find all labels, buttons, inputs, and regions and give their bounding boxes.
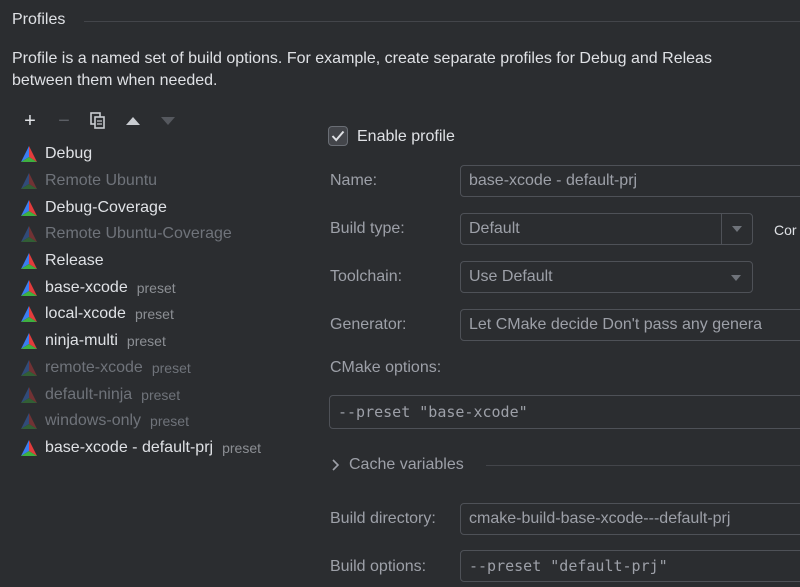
chevron-down-icon (731, 275, 741, 281)
toolchain-label: Toolchain: (330, 268, 403, 285)
cmake-triangle-icon (21, 439, 37, 456)
cmake-triangle-icon (21, 146, 37, 163)
profile-name: base-xcode - default-prj (45, 438, 214, 456)
generator-value: Let CMake decide Don't pass any genera (469, 316, 763, 333)
build-directory-value: cmake-build-base-xcode---default-prj (469, 510, 731, 527)
cache-variables-toggle[interactable] (331, 458, 341, 476)
cmake-triangle-icon (21, 173, 37, 190)
profile-name: Debug (45, 145, 93, 163)
build-type-combobox[interactable]: Default (460, 213, 753, 245)
profile-name: Remote Ubuntu (45, 172, 158, 190)
profile-list-item[interactable]: Remote Ubuntu-Coverage (20, 221, 310, 248)
copy-icon (90, 112, 105, 129)
arrow-up-icon (126, 117, 140, 125)
profile-name: Remote Ubuntu-Coverage (45, 225, 232, 243)
build-options-field[interactable]: --preset "default-prj" (460, 550, 800, 582)
build-directory-label: Build directory: (330, 510, 436, 527)
profile-list-item[interactable]: Remote Ubuntu (20, 168, 310, 195)
remove-profile-button[interactable]: − (53, 110, 75, 132)
cmake-options-value: --preset "base-xcode" (338, 403, 528, 421)
cmake-options-field[interactable]: --preset "base-xcode" (329, 395, 800, 429)
profile-preset-tag: preset (134, 306, 174, 323)
build-directory-field[interactable]: cmake-build-base-xcode---default-prj (460, 503, 800, 535)
section-title: Profiles (12, 11, 66, 28)
move-up-button[interactable] (122, 110, 144, 132)
build-options-value: --preset "default-prj" (469, 557, 668, 575)
toolchain-value: Use Default (469, 268, 553, 285)
cmake-triangle-icon (21, 386, 37, 403)
cmake-triangle-icon (21, 226, 37, 243)
profile-name: default-ninja (45, 385, 133, 403)
cmake-triangle-icon (21, 359, 37, 376)
section-description-line1: Profile is a named set of build options.… (12, 50, 712, 67)
section-description-line2: between them when needed. (12, 72, 218, 89)
generator-select[interactable]: Let CMake decide Don't pass any genera (460, 309, 800, 341)
name-field-value: base-xcode - default-prj (469, 172, 638, 189)
build-options-label: Build options: (330, 558, 427, 575)
profile-name: ninja-multi (45, 332, 118, 350)
cache-variables-label[interactable]: Cache variables (349, 456, 464, 474)
copy-profile-button[interactable] (87, 110, 109, 132)
toolchain-select[interactable]: Use Default (460, 261, 753, 293)
cmake-triangle-icon (21, 413, 37, 430)
move-down-button[interactable] (157, 110, 179, 132)
profile-list-item[interactable]: Release (20, 248, 310, 275)
profile-list-item[interactable]: base-xcode preset (20, 274, 310, 301)
add-profile-button[interactable]: + (19, 110, 41, 132)
profile-name: windows-only (45, 412, 142, 430)
cmake-options-label: CMake options: (330, 359, 442, 376)
profile-list-item[interactable]: Debug (20, 141, 310, 168)
generator-label: Generator: (330, 316, 407, 333)
profile-preset-tag: preset (141, 386, 181, 403)
profile-preset-tag: preset (136, 279, 176, 296)
section-divider (84, 21, 800, 22)
profile-list: Debug Remote Ubuntu Debug-Coverage Remote U… (20, 141, 310, 461)
profile-name: local-xcode (45, 305, 126, 323)
cache-variables-divider (486, 465, 800, 466)
build-type-label: Build type: (330, 220, 405, 237)
profile-preset-tag: preset (150, 413, 189, 430)
profile-name: Debug-Coverage (45, 198, 167, 216)
arrow-down-icon (161, 117, 175, 125)
name-field[interactable]: base-xcode - default-prj (460, 165, 800, 197)
chevron-right-icon (332, 459, 340, 471)
profile-preset-tag: preset (222, 439, 262, 456)
cmake-triangle-icon (21, 253, 37, 270)
profile-list-item[interactable]: remote-xcode preset (20, 355, 310, 382)
chevron-down-icon (732, 226, 742, 232)
cmake-triangle-icon (21, 279, 37, 296)
profile-preset-tag: preset (126, 333, 166, 350)
profile-list-item[interactable]: local-xcode preset (20, 301, 310, 328)
name-label: Name: (330, 172, 378, 189)
cmake-triangle-icon (21, 333, 37, 350)
build-type-side-text: Cor (774, 222, 797, 238)
profile-name: remote-xcode (45, 358, 143, 376)
profile-name: Release (45, 252, 104, 270)
build-type-dropdown-button[interactable] (721, 214, 752, 244)
cmake-triangle-icon (21, 199, 37, 216)
enable-profile-label[interactable]: Enable profile (357, 128, 455, 146)
profile-list-item[interactable]: base-xcode - default-prj preset (20, 435, 310, 462)
profile-preset-tag: preset (151, 359, 191, 376)
profile-name: base-xcode (45, 278, 128, 296)
cmake-triangle-icon (21, 306, 37, 323)
profile-list-item[interactable]: ninja-multi preset (20, 328, 310, 355)
checkmark-icon (331, 130, 345, 142)
profile-list-item[interactable]: Debug-Coverage (20, 194, 310, 221)
build-type-value: Default (469, 220, 520, 237)
profile-list-item[interactable]: windows-only preset (20, 408, 310, 435)
enable-profile-checkbox[interactable] (328, 126, 348, 146)
profile-list-item[interactable]: default-ninja preset (20, 381, 310, 408)
